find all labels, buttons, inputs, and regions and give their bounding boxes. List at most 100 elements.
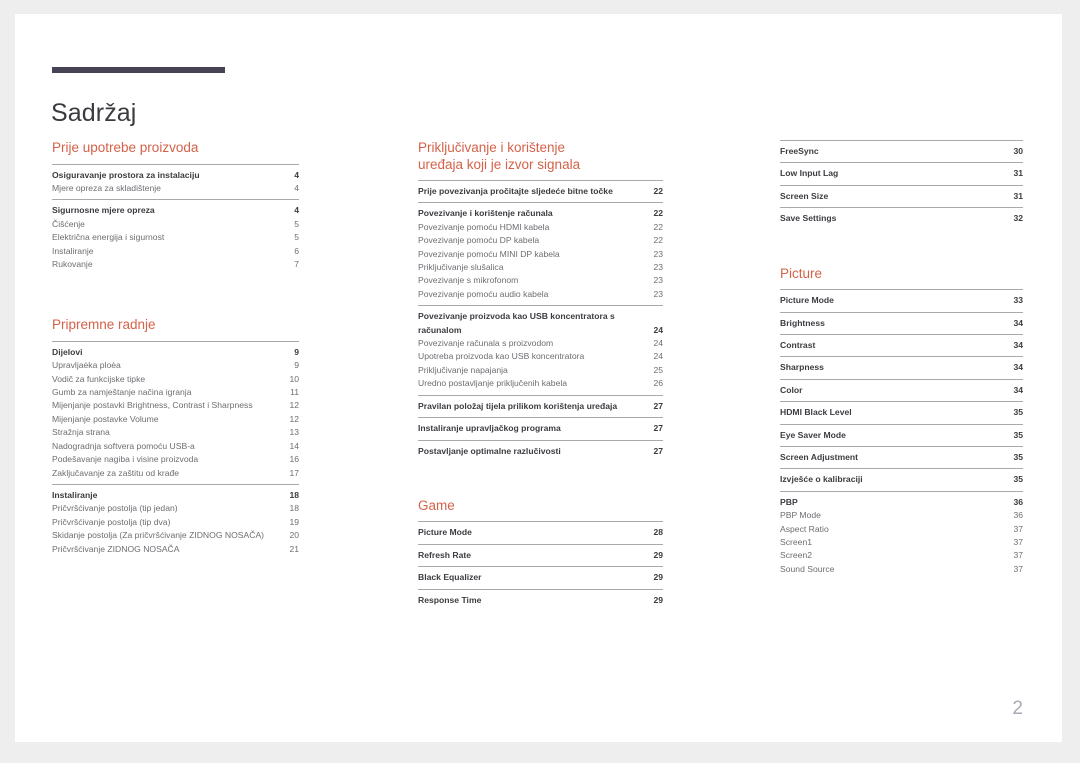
toc-entry[interactable]: Čišćenje 5	[52, 218, 299, 231]
title-accent-rule	[52, 67, 225, 73]
toc-entry[interactable]: FreeSync 30	[780, 145, 1023, 158]
toc-entry[interactable]: Povezivanje i korištenje računala 22	[418, 207, 663, 220]
toc-entry[interactable]: Instaliranje upravljačkog programa 27	[418, 422, 663, 435]
toc-entry[interactable]: Izvješće o kalibraciji 35	[780, 473, 1023, 486]
toc-entry-label: Čišćenje	[52, 218, 85, 229]
toc-entry-page-number: 18	[289, 503, 299, 514]
toc-entry[interactable]: Sound Source 37	[780, 563, 1023, 576]
toc-entry[interactable]: Screen Size 31	[780, 190, 1023, 203]
toc-entry[interactable]: Picture Mode 33	[780, 294, 1023, 307]
toc-entry[interactable]: Gumb za namještanje načina igranja 11	[52, 386, 299, 399]
toc-entry-page-number: 33	[1013, 295, 1023, 306]
toc-entry[interactable]: Instaliranje 6	[52, 245, 299, 258]
toc-entry[interactable]: Black Equalizer 29	[418, 571, 663, 584]
toc-entry-label: Dijelovi	[52, 346, 83, 357]
toc-entry[interactable]: Priključivanje slušalica 23	[418, 261, 663, 274]
toc-entry[interactable]: Mijenjanje postavke Volume 12	[52, 413, 299, 426]
toc-entry-label: Uredno postavljanje priključenih kabela	[418, 378, 568, 389]
toc-entry[interactable]: Response Time 29	[418, 594, 663, 607]
toc-group: Screen Adjustment 35	[780, 445, 1023, 468]
toc-entry[interactable]: Screen Adjustment 35	[780, 451, 1023, 464]
toc-entry[interactable]: Prije povezivanja pročitajte sljedeće bi…	[418, 185, 663, 198]
toc-entry[interactable]: Pravilan položaj tijela prilikom korište…	[418, 400, 663, 413]
toc-entry-page-number: 22	[653, 186, 663, 196]
toc-entry-page-number: 34	[1013, 339, 1023, 350]
toc-entry[interactable]: Refresh Rate 29	[418, 549, 663, 562]
toc-entry[interactable]: PBP Mode 36	[780, 509, 1023, 522]
document-page: Sadržaj Prije upotrebe proizvoda Osigurav…	[15, 14, 1062, 742]
toc-entry[interactable]: Stražnja strana 13	[52, 426, 299, 439]
toc-entry[interactable]: Color 34	[780, 384, 1023, 397]
toc-entry[interactable]: Povezivanje računala s proizvodom 24	[418, 337, 663, 350]
toc-entry-page-number: 23	[653, 275, 663, 286]
toc-entry-label: Mjere opreza za skladištenje	[52, 182, 161, 193]
toc-group: Povezivanje i korištenje računala 22 Povez…	[418, 202, 663, 305]
toc-entry[interactable]: Screen1 37	[780, 536, 1023, 549]
toc-section-heading: Prije upotrebe proizvoda	[52, 140, 199, 155]
toc-entry[interactable]: Povezivanje proizvoda kao USB koncentrat…	[418, 310, 663, 337]
toc-entry[interactable]: Nadogradnja softvera pomoću USB-a 14	[52, 440, 299, 453]
toc-entry-label: Prije povezivanja pročitajte sljedeće bi…	[418, 186, 613, 196]
toc-entry[interactable]: Povezivanje pomoću audio kabela 23	[418, 288, 663, 301]
toc-group: Response Time 29	[418, 588, 663, 611]
toc-entry[interactable]: Upravljaėka ploėa 9	[52, 359, 299, 372]
toc-entry[interactable]: Podešavanje nagiba i visine proizvoda 16	[52, 453, 299, 466]
toc-entry-page-number: 17	[289, 467, 299, 478]
toc-entry[interactable]: Priključivanje napajanja 25	[418, 364, 663, 377]
toc-entry[interactable]: Pričvršćivanje postolja (tip jedan) 18	[52, 502, 299, 515]
toc-group: Picture Mode 33	[780, 289, 1023, 311]
toc-group: Osiguravanje prostora za instalaciju 4 Mje…	[52, 163, 299, 200]
toc-entry[interactable]: Sigurnosne mjere opreza 4	[52, 204, 299, 217]
toc-entry[interactable]: Dijelovi 9	[52, 346, 299, 359]
toc-entry-page-number: 32	[1013, 213, 1023, 224]
toc-group: HDMI Black Level 35	[780, 401, 1023, 423]
toc-entry[interactable]: Rukovanje 7	[52, 258, 299, 271]
toc-entry[interactable]: Pričvršćivanje postolja (tip dva) 19	[52, 516, 299, 529]
toc-group: Izvješće o kalibraciji 35	[780, 468, 1023, 490]
toc-entry[interactable]: Contrast 34	[780, 339, 1023, 352]
toc-entry[interactable]: Vodič za funkcijske tipke 10	[52, 373, 299, 386]
toc-entry[interactable]: Povezivanje pomoću MINI DP kabela 23	[418, 248, 663, 261]
toc-group: Picture Mode 28	[418, 521, 663, 543]
toc-entry-label: Priključivanje slušalica	[418, 262, 504, 273]
toc-entry-page-number: 35	[1013, 407, 1023, 418]
toc-entry[interactable]: Uredno postavljanje priključenih kabela 2…	[418, 377, 663, 390]
toc-entry-label: Povezivanje pomoću DP kabela	[418, 235, 540, 246]
toc-entry-page-number: 37	[1013, 537, 1023, 547]
toc-entry[interactable]: Screen2 37	[780, 549, 1023, 562]
toc-entry-page-number: 23	[653, 262, 663, 273]
toc-entry[interactable]: Povezivanje s mikrofonom 23	[418, 274, 663, 287]
toc-entry[interactable]: Povezivanje pomoću DP kabela 22	[418, 234, 663, 247]
toc-entry[interactable]: Zaključavanje za zaštitu od krađe 17	[52, 467, 299, 480]
toc-entry[interactable]: Eye Saver Mode 35	[780, 429, 1023, 442]
toc-entry[interactable]: Save Settings 32	[780, 212, 1023, 225]
toc-entry[interactable]: Mjere opreza za skladištenje 4	[52, 182, 299, 195]
toc-entry[interactable]: Brightness 34	[780, 317, 1023, 330]
toc-entry[interactable]: Picture Mode 28	[418, 526, 663, 539]
toc-entry[interactable]: PBP 36	[780, 496, 1023, 509]
toc-entry-page-number: 35	[1013, 451, 1023, 462]
toc-entry[interactable]: Instaliranje 18	[52, 489, 299, 502]
toc-entry[interactable]: Sharpness 34	[780, 361, 1023, 374]
toc-entry[interactable]: Osiguravanje prostora za instalaciju 4	[52, 169, 299, 182]
toc-entry[interactable]: Postavljanje optimalne razlučivosti 27	[418, 445, 663, 458]
toc-entry-label: Povezivanje pomoću audio kabela	[418, 288, 549, 299]
toc-entry-label: Gumb za namještanje načina igranja	[52, 387, 192, 398]
toc-entry[interactable]: Low Input Lag 31	[780, 167, 1023, 180]
toc-entry[interactable]: Mijenjanje postavki Brightness, Contrast…	[52, 399, 299, 412]
toc-entry-label: PBP	[780, 496, 798, 507]
toc-entry-page-number: 4	[294, 182, 299, 193]
toc-entry[interactable]: Aspect Ratio 37	[780, 523, 1023, 536]
toc-entry[interactable]: Skidanje postolja (Za pričvršćivanje ZID…	[52, 529, 299, 542]
toc-entry-label: PBP Mode	[780, 510, 821, 521]
toc-entry[interactable]: Upotreba proizvoda kao USB koncentratora…	[418, 350, 663, 363]
toc-entry[interactable]: Električna energija i sigurnost 5	[52, 231, 299, 244]
toc-entry-label: Instaliranje	[52, 245, 94, 256]
toc-entry-label: Pričvršćivanje postolja (tip dva)	[52, 516, 171, 527]
toc-entry[interactable]: Povezivanje pomoću HDMI kabela 22	[418, 221, 663, 234]
toc-entry-page-number: 12	[289, 400, 299, 411]
toc-entry-page-number: 29	[653, 594, 663, 605]
toc-entry-label: Low Input Lag	[780, 168, 839, 179]
toc-entry[interactable]: Pričvršćivanje ZIDNOG NOSAČA 21	[52, 543, 299, 556]
toc-entry[interactable]: HDMI Black Level 35	[780, 406, 1023, 419]
